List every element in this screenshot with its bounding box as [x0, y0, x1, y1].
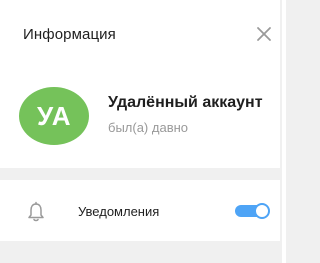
- notifications-toggle[interactable]: [235, 203, 270, 219]
- info-card: Информация УА Удалённый аккаунт был(а) д…: [0, 0, 280, 168]
- close-button[interactable]: [252, 22, 276, 46]
- notifications-label: Уведомления: [78, 204, 160, 219]
- toggle-knob: [254, 203, 270, 219]
- close-icon: [257, 27, 271, 41]
- profile-name: Удалённый аккаунт: [108, 94, 263, 111]
- panel-title: Информация: [23, 26, 116, 43]
- profile-status: был(а) давно: [108, 120, 189, 135]
- avatar[interactable]: УА: [19, 87, 89, 145]
- notifications-row[interactable]: Уведомления: [0, 180, 280, 241]
- bell-icon: [28, 201, 44, 222]
- side-panel-edge: [282, 0, 286, 263]
